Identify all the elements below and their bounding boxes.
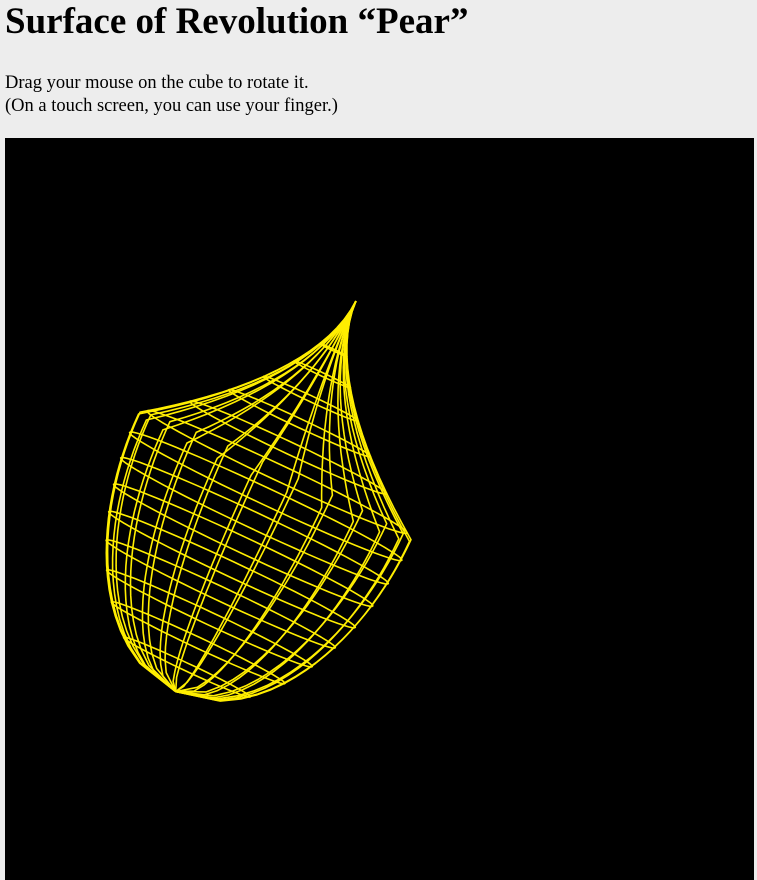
wire-parallel bbox=[112, 483, 374, 608]
instruction-line-2: (On a touch screen, you can use your fin… bbox=[5, 96, 338, 116]
instruction-line-1: Drag your mouse on the cube to rotate it… bbox=[5, 73, 309, 93]
wire-meridian bbox=[175, 300, 364, 693]
rotation-canvas[interactable] bbox=[5, 138, 754, 880]
wire-meridian bbox=[175, 300, 404, 700]
wire-meridian bbox=[174, 300, 357, 692]
wire-meridian bbox=[175, 300, 357, 693]
wire-parallel bbox=[146, 409, 408, 535]
wire-meridian bbox=[141, 300, 357, 693]
page-title: Surface of Revolution “Pear” bbox=[5, 1, 469, 42]
pear-wireframe-graphic bbox=[105, 300, 412, 702]
wire-parallel bbox=[119, 456, 390, 585]
wire-meridian bbox=[164, 300, 357, 692]
wire-parallel bbox=[122, 636, 251, 698]
wire-meridian bbox=[175, 300, 357, 693]
instructions: Drag your mouse on the cube to rotate it… bbox=[5, 72, 338, 118]
wire-meridian bbox=[175, 300, 357, 693]
wire-meridian bbox=[175, 300, 357, 696]
wire-meridian bbox=[175, 300, 357, 693]
